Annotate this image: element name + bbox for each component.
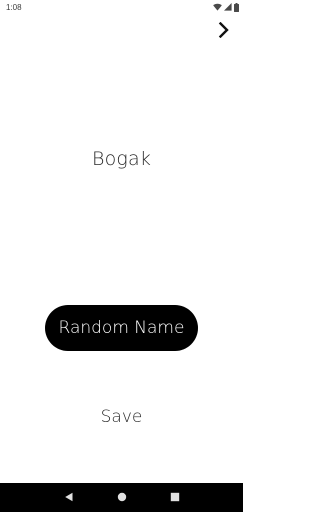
home-icon [117,489,127,507]
wifi-icon [213,3,222,11]
back-icon [64,489,74,507]
status-bar: 1:08 [0,0,243,14]
screen: 1:08 Bogak Random Name Save [0,0,243,512]
home-button[interactable] [112,488,132,508]
signal-icon [224,3,232,11]
random-name-button[interactable]: Random Name [45,305,198,351]
chevron-right-icon [218,21,230,43]
recents-button[interactable] [165,488,185,508]
recents-icon [170,489,180,507]
battery-icon [234,2,239,12]
back-button[interactable] [59,488,79,508]
next-button[interactable] [214,21,234,43]
generated-name: Bogak [91,148,152,170]
status-time: 1:08 [6,2,22,12]
status-icons [213,2,239,12]
save-button[interactable]: Save [0,407,243,427]
navigation-bar [0,483,243,512]
